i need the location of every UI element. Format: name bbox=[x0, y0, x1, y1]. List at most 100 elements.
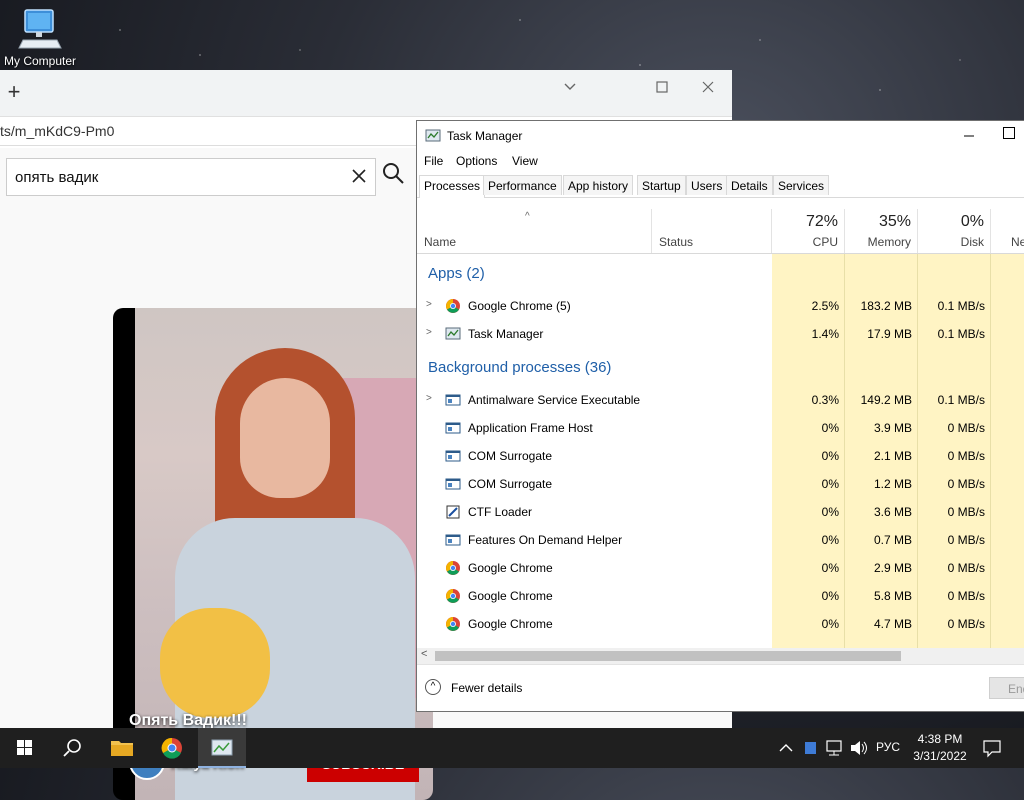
task-manager-taskbar[interactable] bbox=[198, 728, 246, 768]
short-video-player[interactable]: Опять Вадик!!! Katya Klon SUBSCRIBE bbox=[113, 308, 433, 800]
process-list: Apps (2) Background processes (36) > Goog… bbox=[417, 254, 1024, 648]
column-disk-header[interactable]: 0% Disk bbox=[918, 209, 991, 253]
maximize-button[interactable] bbox=[650, 76, 674, 100]
service-icon bbox=[445, 448, 461, 464]
close-button[interactable] bbox=[696, 76, 720, 100]
new-tab-button[interactable]: + bbox=[4, 81, 24, 103]
process-row[interactable]: Google Chrome0%5.8 MB0 MB/s0 bbox=[417, 582, 1024, 610]
horizontal-scrollbar[interactable]: < bbox=[417, 648, 1024, 664]
network-icon bbox=[826, 740, 842, 756]
search-query[interactable]: опять вадик bbox=[15, 169, 98, 186]
input-language[interactable]: РУС bbox=[876, 740, 900, 754]
url-text[interactable]: ts/m_mKdC9-Pm0 bbox=[0, 123, 114, 139]
menu-bar: File Options View bbox=[417, 151, 1024, 173]
browser-tab-bar: + bbox=[0, 70, 732, 117]
tab-services[interactable]: Services bbox=[773, 175, 830, 195]
process-row[interactable]: Google Chrome0%2.9 MB0 MB/s0 bbox=[417, 554, 1024, 582]
process-row[interactable]: COM Surrogate0%2.1 MB0 MB/s0 bbox=[417, 442, 1024, 470]
process-disk: 0 MB/s bbox=[947, 561, 985, 575]
process-disk: 0 MB/s bbox=[947, 589, 985, 603]
tray-app-icon[interactable] bbox=[800, 728, 822, 768]
windows-icon bbox=[17, 740, 32, 755]
ctf-loader-icon bbox=[445, 504, 461, 520]
process-memory: 5.8 MB bbox=[873, 589, 912, 603]
process-memory: 0.7 MB bbox=[873, 533, 912, 547]
column-name-header[interactable]: ^ Name bbox=[417, 209, 652, 253]
process-memory: 17.9 MB bbox=[867, 327, 912, 341]
chevron-down-icon[interactable] bbox=[558, 76, 582, 100]
column-cpu-header[interactable]: 72% CPU bbox=[772, 209, 845, 253]
process-cpu: 0% bbox=[821, 449, 839, 463]
column-status-header[interactable]: Status bbox=[652, 209, 772, 253]
tab-processes[interactable]: Processes bbox=[419, 175, 486, 198]
menu-file[interactable]: File bbox=[424, 154, 443, 168]
search-taskbar-button[interactable] bbox=[48, 728, 96, 768]
end-task-button[interactable]: End bbox=[989, 677, 1024, 699]
process-row[interactable]: >Task Manager1.4%17.9 MB0.1 MB/s0 bbox=[417, 320, 1024, 348]
process-memory: 183.2 MB bbox=[860, 299, 912, 313]
process-memory: 2.9 MB bbox=[873, 561, 912, 575]
process-row[interactable]: Features On Demand Helper0%0.7 MB0 MB/s0 bbox=[417, 526, 1024, 554]
scroll-left-icon[interactable]: < bbox=[421, 648, 427, 660]
task-manager-footer: ^ Fewer details End bbox=[417, 664, 1024, 712]
tab-details[interactable]: Details bbox=[726, 175, 773, 195]
search-input[interactable]: опять вадик bbox=[6, 158, 376, 196]
scrollbar-thumb[interactable] bbox=[435, 651, 901, 661]
maximize-button[interactable] bbox=[1003, 127, 1015, 139]
file-explorer-taskbar[interactable] bbox=[98, 728, 146, 768]
task-manager-titlebar[interactable]: Task Manager bbox=[417, 121, 1024, 151]
process-cpu: 0% bbox=[821, 533, 839, 547]
process-name: Antimalware Service Executable bbox=[468, 393, 641, 407]
process-row[interactable]: Application Frame Host0%3.9 MB0 MB/s0 bbox=[417, 414, 1024, 442]
process-name: Google Chrome bbox=[468, 589, 553, 603]
tab-app-history[interactable]: App history bbox=[563, 175, 634, 195]
clear-search-icon[interactable] bbox=[351, 165, 367, 189]
chrome-icon bbox=[445, 298, 461, 314]
my-computer-label: My Computer bbox=[3, 54, 77, 68]
process-row[interactable]: COM Surrogate0%1.2 MB0 MB/s0 bbox=[417, 470, 1024, 498]
group-header-apps[interactable]: Apps (2) bbox=[428, 265, 485, 282]
expand-chevron-icon[interactable]: > bbox=[426, 393, 432, 404]
expand-chevron-icon[interactable]: > bbox=[426, 299, 432, 310]
minimize-button[interactable] bbox=[957, 125, 981, 147]
menu-options[interactable]: Options bbox=[456, 154, 497, 168]
process-cpu: 0% bbox=[821, 561, 839, 575]
column-memory-header[interactable]: 35% Memory bbox=[845, 209, 918, 253]
search-icon bbox=[63, 739, 81, 757]
group-header-background[interactable]: Background processes (36) bbox=[428, 359, 611, 376]
tab-performance[interactable]: Performance bbox=[483, 175, 562, 195]
menu-view[interactable]: View bbox=[512, 154, 538, 168]
column-network-header[interactable]: Ne bbox=[991, 209, 1024, 253]
chrome-taskbar[interactable] bbox=[148, 728, 196, 768]
clock[interactable]: 4:38 PM 3/31/2022 bbox=[900, 731, 980, 765]
chrome-icon bbox=[445, 560, 461, 576]
start-button[interactable] bbox=[0, 728, 48, 768]
volume-tray-icon[interactable] bbox=[848, 728, 870, 768]
memory-total: 35% bbox=[878, 213, 911, 230]
network-tray-icon[interactable] bbox=[824, 728, 846, 768]
fewer-details-link[interactable]: Fewer details bbox=[451, 681, 522, 695]
task-manager-window: Task Manager File Options View Processes… bbox=[416, 120, 1024, 712]
expand-chevron-icon[interactable]: > bbox=[426, 327, 432, 338]
show-hidden-icons[interactable] bbox=[776, 728, 796, 768]
my-computer-desktop-icon[interactable]: My Computer bbox=[0, 8, 80, 68]
process-row[interactable]: >Google Chrome (5)2.5%183.2 MB0.1 MB/s0 bbox=[417, 292, 1024, 320]
chrome-icon bbox=[161, 737, 182, 759]
clock-date: 3/31/2022 bbox=[913, 749, 967, 763]
tab-users[interactable]: Users bbox=[686, 175, 728, 195]
notifications-button[interactable] bbox=[980, 728, 1004, 768]
search-icon bbox=[383, 163, 404, 184]
process-disk: 0 MB/s bbox=[947, 449, 985, 463]
chrome-icon bbox=[445, 588, 461, 604]
task-manager-icon bbox=[211, 739, 233, 756]
process-row[interactable]: > Antimalware Service Executable 0.3% 149.2… bbox=[417, 386, 1024, 414]
process-name: Features On Demand Helper bbox=[468, 533, 623, 547]
tab-startup[interactable]: Startup bbox=[637, 175, 686, 195]
chevron-up-icon[interactable]: ^ bbox=[425, 679, 441, 695]
folder-icon bbox=[111, 741, 133, 756]
process-memory: 2.1 MB bbox=[873, 449, 912, 463]
search-button[interactable] bbox=[378, 158, 418, 196]
process-row[interactable]: CTF Loader0%3.6 MB0 MB/s0 bbox=[417, 498, 1024, 526]
tab-strip: Processes Performance App history Startu… bbox=[417, 173, 1024, 198]
process-row[interactable]: Google Chrome0%4.7 MB0 MB/s0.1 bbox=[417, 610, 1024, 638]
